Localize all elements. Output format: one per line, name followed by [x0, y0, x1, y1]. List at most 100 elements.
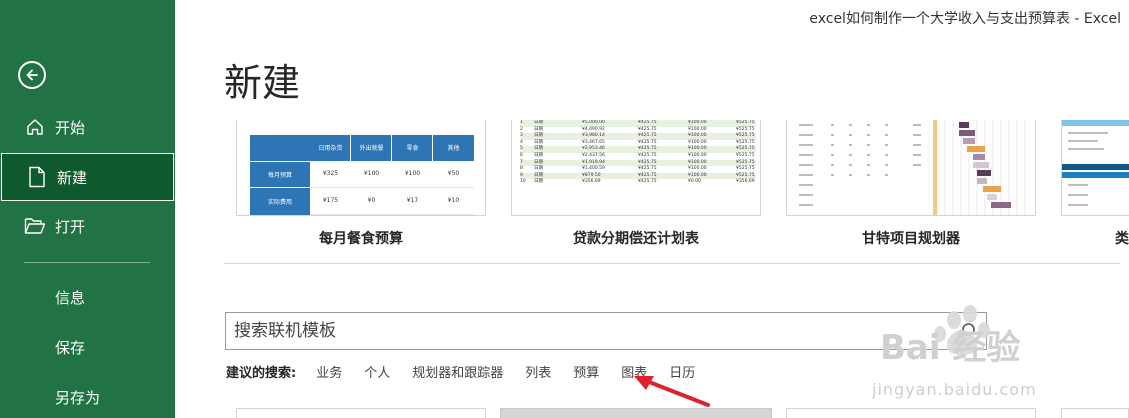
loan-row: 1 日期 ¥5,000.00 ¥425.75 ¥100.00 ¥525.75 [520, 120, 756, 127]
loan-row: 3 日期 ¥3,980.14 ¥425.75 ¥100.00 ¥525.75 [520, 133, 756, 140]
template-grid-card[interactable] [786, 408, 1036, 418]
meal-cell: ¥325 [322, 170, 339, 177]
loan-cell: ¥100.00 [688, 133, 707, 139]
template-card-partial[interactable]: 类 [1061, 120, 1129, 260]
loan-cell: ¥356.69 [582, 179, 601, 185]
loan-row: 6 日期 ¥2,437.56 ¥425.75 ¥100.00 ¥525.75 [520, 153, 756, 160]
template-label: 贷款分期偿还计划表 [573, 231, 699, 247]
loan-cell: 8 [520, 166, 523, 172]
nav-info[interactable]: 信息 [0, 277, 175, 317]
template-search-input[interactable] [226, 314, 926, 348]
loan-cell: ¥525.75 [736, 166, 755, 172]
template-thumbnail: 日用杂货 外出就餐 零食 其他 每月预算 实际费用 ¥325 ¥100 ¥100… [236, 120, 486, 216]
backstage-sidebar: 开始 新建 打开 信息 保存 另存为 [0, 0, 175, 418]
template-label: 类 [1115, 231, 1129, 247]
template-label: 甘特项目规划器 [862, 231, 960, 247]
loan-cell: ¥425.75 [638, 146, 657, 152]
loan-cell: ¥425.75 [638, 153, 657, 158]
template-grid-top-edge [236, 408, 1129, 418]
loan-cell: ¥5,000.00 [582, 120, 605, 125]
loan-cell: 5 [520, 146, 523, 152]
loan-cell: 日期 [534, 133, 543, 139]
nav-info-label: 信息 [55, 288, 86, 307]
nav-save[interactable]: 保存 [0, 327, 175, 367]
loan-cell: ¥525.75 [736, 120, 755, 125]
nav-new-label: 新建 [57, 168, 88, 187]
section-divider [224, 263, 1120, 264]
meal-row-0-name: 每月预算 [267, 172, 292, 179]
excel-backstage-new: 开始 新建 打开 信息 保存 另存为 excel如何制作一个大学收入与支出预算表… [0, 0, 1129, 418]
template-grid-card[interactable] [1061, 408, 1129, 418]
loan-cell: ¥1,400.59 [582, 166, 605, 172]
meal-cell: ¥100 [363, 170, 380, 177]
loan-cell: ¥525.75 [736, 133, 755, 139]
meal-header-1: 外出就餐 [359, 145, 384, 152]
gantt-preview-graphic [799, 120, 1026, 215]
template-card-gantt-planner[interactable]: 甘特项目规划器 [786, 120, 1036, 260]
meal-cell: ¥100 [404, 170, 421, 177]
template-search-box [225, 312, 987, 350]
nav-separator [24, 262, 150, 263]
meal-cell: ¥50 [447, 170, 460, 177]
template-card-loan-schedule[interactable]: 1 日期 ¥5,000.00 ¥425.75 ¥100.00 ¥525.75 2 日期 ¥4,4… [511, 120, 761, 260]
template-label: 每月餐食预算 [319, 231, 403, 247]
loan-cell: ¥425.75 [638, 179, 657, 185]
nav-home[interactable]: 开始 [0, 103, 175, 151]
meal-cell: ¥0 [367, 197, 376, 204]
loan-cell: ¥2,953.46 [582, 146, 605, 152]
meal-header-3: 其他 [447, 145, 460, 152]
template-thumbnail [786, 120, 1036, 216]
suggested-search-personal[interactable]: 个人 [364, 362, 390, 381]
loan-row: 8 日期 ¥1,400.59 ¥425.75 ¥100.00 ¥525.75 [520, 166, 756, 173]
search-button[interactable] [948, 313, 986, 349]
nav-open[interactable]: 打开 [0, 202, 175, 250]
suggested-search-planners[interactable]: 规划器和跟踪器 [412, 362, 503, 381]
suggested-search-budgets[interactable]: 预算 [573, 362, 599, 381]
new-document-icon [26, 166, 48, 188]
loan-cell: 1 [520, 120, 523, 125]
loan-cell: ¥425.75 [638, 166, 657, 172]
search-icon [959, 323, 975, 339]
meal-cell: ¥10 [447, 197, 460, 204]
loan-cell: ¥525.75 [736, 146, 755, 152]
meal-header-0: 日用杂货 [318, 145, 343, 152]
loan-cell: ¥425.75 [638, 120, 657, 125]
meal-cell: ¥17 [406, 197, 419, 204]
template-grid-card-selected[interactable] [500, 408, 772, 418]
loan-cell: ¥525.75 [736, 153, 755, 158]
nav-save-as-label: 另存为 [55, 388, 101, 407]
baidu-watermark-url: jingyan.baidu.com [872, 380, 1037, 399]
loan-cell: ¥425.75 [638, 133, 657, 139]
template-gallery: 日用杂货 外出就餐 零食 其他 每月预算 实际费用 ¥325 ¥100 ¥100… [236, 120, 1129, 260]
folder-open-icon [24, 215, 46, 237]
loan-cell: 日期 [534, 166, 543, 172]
loan-cell: 10 [520, 179, 526, 185]
loan-cell: ¥100.00 [688, 166, 707, 172]
nav-new[interactable]: 新建 [1, 153, 174, 201]
loan-cell: 日期 [534, 153, 543, 158]
loan-cell: 日期 [534, 179, 543, 185]
home-icon [24, 116, 46, 138]
template-card-meal-budget[interactable]: 日用杂货 外出就餐 零食 其他 每月预算 实际费用 ¥325 ¥100 ¥100… [236, 120, 486, 260]
loan-cell: ¥356.69 [736, 179, 755, 185]
window-title: excel如何制作一个大学收入与支出预算表 - Excel [809, 11, 1121, 27]
meal-header-2: 零食 [406, 145, 419, 152]
loan-cell: ¥3,980.14 [582, 133, 605, 139]
loan-row: 5 日期 ¥2,953.46 ¥425.75 ¥100.00 ¥525.75 [520, 146, 756, 153]
loan-cell: ¥100.00 [688, 146, 707, 152]
annotation-arrow-icon [634, 376, 710, 407]
template-grid-card[interactable] [236, 408, 486, 418]
template-thumbnail: 1 日期 ¥5,000.00 ¥425.75 ¥100.00 ¥525.75 2 日期 ¥4,4… [511, 120, 761, 216]
nav-save-label: 保存 [55, 338, 86, 357]
template-thumbnail [1061, 120, 1129, 216]
back-button[interactable] [18, 61, 46, 89]
suggested-search-lists[interactable]: 列表 [525, 362, 551, 381]
loan-cell: ¥100.00 [688, 120, 707, 125]
suggested-searches-label: 建议的搜索: [226, 365, 297, 381]
loan-cell: 日期 [534, 120, 543, 125]
loan-row: 10 日期 ¥356.69 ¥425.75 ¥0.00 ¥356.69 [520, 179, 756, 186]
loan-cell: ¥100.00 [688, 153, 707, 158]
nav-save-as[interactable]: 另存为 [0, 377, 175, 417]
loan-cell: 6 [520, 153, 523, 158]
suggested-search-business[interactable]: 业务 [316, 362, 342, 381]
